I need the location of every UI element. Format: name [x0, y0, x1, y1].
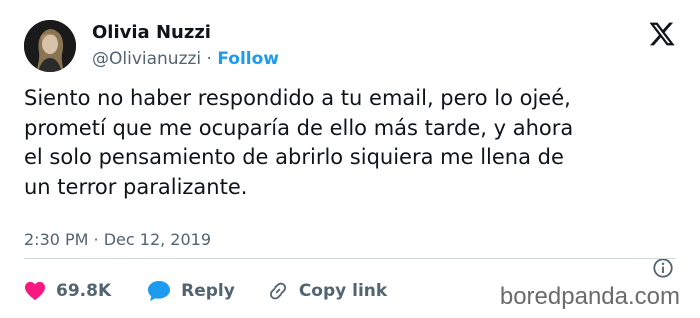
reply-label: Reply [181, 281, 235, 301]
heart-icon [25, 281, 45, 301]
author-handle-row: @Olivianuzzi · Follow [92, 48, 279, 70]
author-name[interactable]: Olivia Nuzzi [92, 22, 211, 44]
x-logo-icon[interactable] [648, 20, 676, 48]
speech-bubble-icon [148, 281, 171, 301]
info-icon[interactable] [652, 257, 674, 279]
boredpanda-watermark: boredpanda.com [499, 283, 680, 310]
like-count: 69.8K [56, 281, 112, 301]
tweet-text: Siento no haber respondido a tu email, p… [24, 86, 574, 199]
copy-link-button[interactable]: Copy link [267, 280, 387, 302]
author-avatar[interactable] [24, 20, 76, 72]
tweet-actions: 69.8K Reply Copy link [24, 278, 387, 304]
divider [24, 258, 676, 259]
follow-button[interactable]: Follow [217, 49, 279, 69]
tweet-timestamp[interactable]: 2:30 PM · Dec 12, 2019 [24, 229, 211, 251]
link-icon [269, 282, 286, 300]
copy-link-label: Copy link [298, 281, 388, 301]
like-button[interactable]: 69.8K [24, 281, 111, 301]
profile-photo-icon [24, 20, 76, 72]
reply-button[interactable]: Reply [147, 280, 235, 302]
handle-separator: · [201, 49, 218, 69]
author-handle[interactable]: @Olivianuzzi [92, 49, 201, 69]
